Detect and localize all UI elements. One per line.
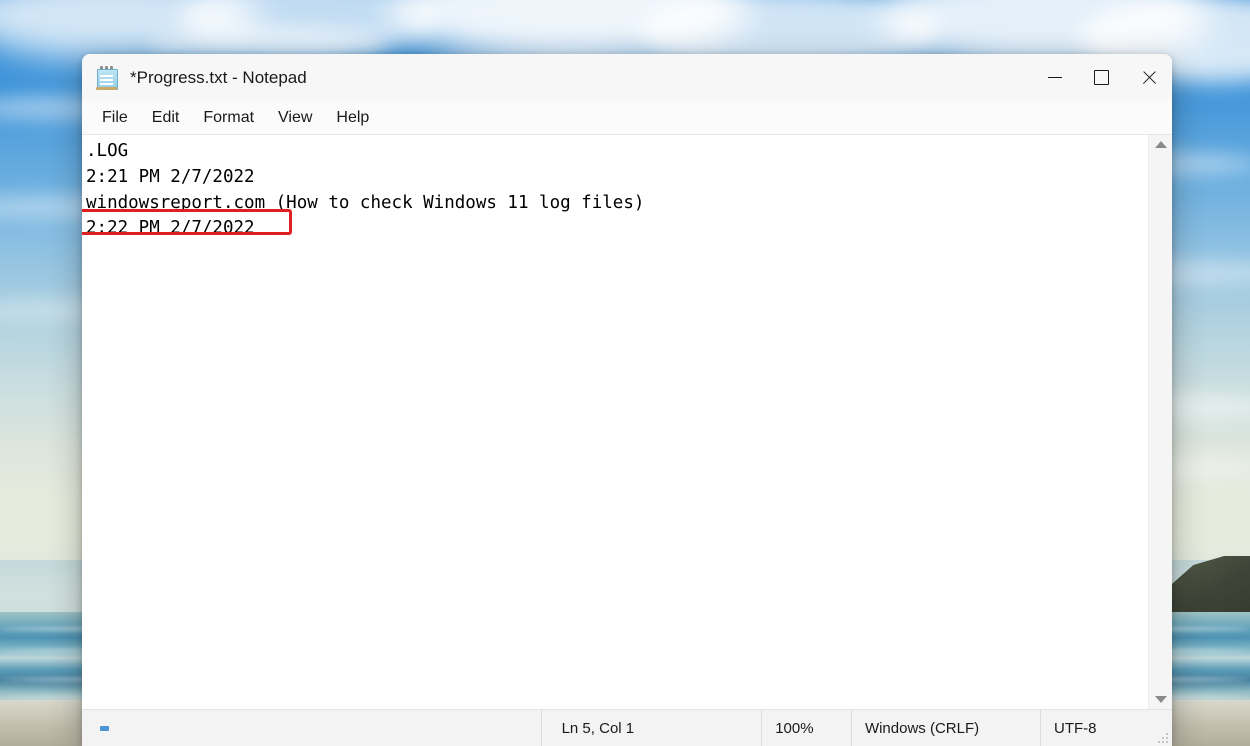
close-icon — [1141, 70, 1157, 86]
maximize-button[interactable] — [1078, 54, 1125, 101]
text-line: 2:22 PM 2/7/2022 — [86, 218, 255, 239]
status-zoom-level[interactable]: 100% — [761, 710, 851, 746]
scroll-up-icon[interactable] — [1154, 141, 1167, 148]
status-bar-left — [82, 710, 541, 746]
scroll-down-icon[interactable] — [1154, 696, 1167, 703]
title-bar[interactable]: *Progress.txt - Notepad — [82, 54, 1172, 101]
menu-item-edit[interactable]: Edit — [140, 106, 192, 130]
status-indicator-dot — [100, 725, 109, 731]
text-line: 2:21 PM 2/7/2022 — [86, 166, 255, 187]
minimize-button[interactable] — [1031, 54, 1078, 101]
window-controls — [1031, 54, 1172, 101]
notepad-window: *Progress.txt - Notepad File Edit Format… — [82, 54, 1172, 746]
menu-item-help[interactable]: Help — [324, 106, 381, 130]
status-line-ending[interactable]: Windows (CRLF) — [850, 710, 1040, 746]
minimize-icon — [1047, 77, 1062, 78]
maximize-icon — [1094, 70, 1109, 85]
status-bar: Ln 5, Col 1 100% Windows (CRLF) UTF-8 — [82, 709, 1172, 746]
vertical-scrollbar[interactable] — [1148, 135, 1172, 709]
status-encoding[interactable]: UTF-8 — [1039, 710, 1172, 746]
window-title: *Progress.txt - Notepad — [130, 67, 307, 87]
status-cursor-position: Ln 5, Col 1 — [540, 710, 762, 746]
menu-item-file[interactable]: File — [90, 106, 140, 130]
desktop: *Progress.txt - Notepad File Edit Format… — [0, 0, 1250, 746]
menu-item-format[interactable]: Format — [191, 106, 266, 130]
text-editor[interactable]: .LOG 2:21 PM 2/7/2022 windowsreport.com … — [82, 135, 1148, 709]
resize-grip-icon[interactable] — [1155, 730, 1168, 743]
text-line: windowsreport.com (How to check Windows … — [86, 192, 645, 213]
text-line: .LOG — [86, 141, 129, 161]
menu-bar: File Edit Format View Help — [82, 101, 1172, 135]
editor-area: .LOG 2:21 PM 2/7/2022 windowsreport.com … — [82, 135, 1172, 709]
title-bar-left: *Progress.txt - Notepad — [82, 65, 307, 90]
close-button[interactable] — [1125, 54, 1172, 101]
notepad-icon — [96, 65, 118, 90]
menu-item-view[interactable]: View — [266, 106, 324, 130]
